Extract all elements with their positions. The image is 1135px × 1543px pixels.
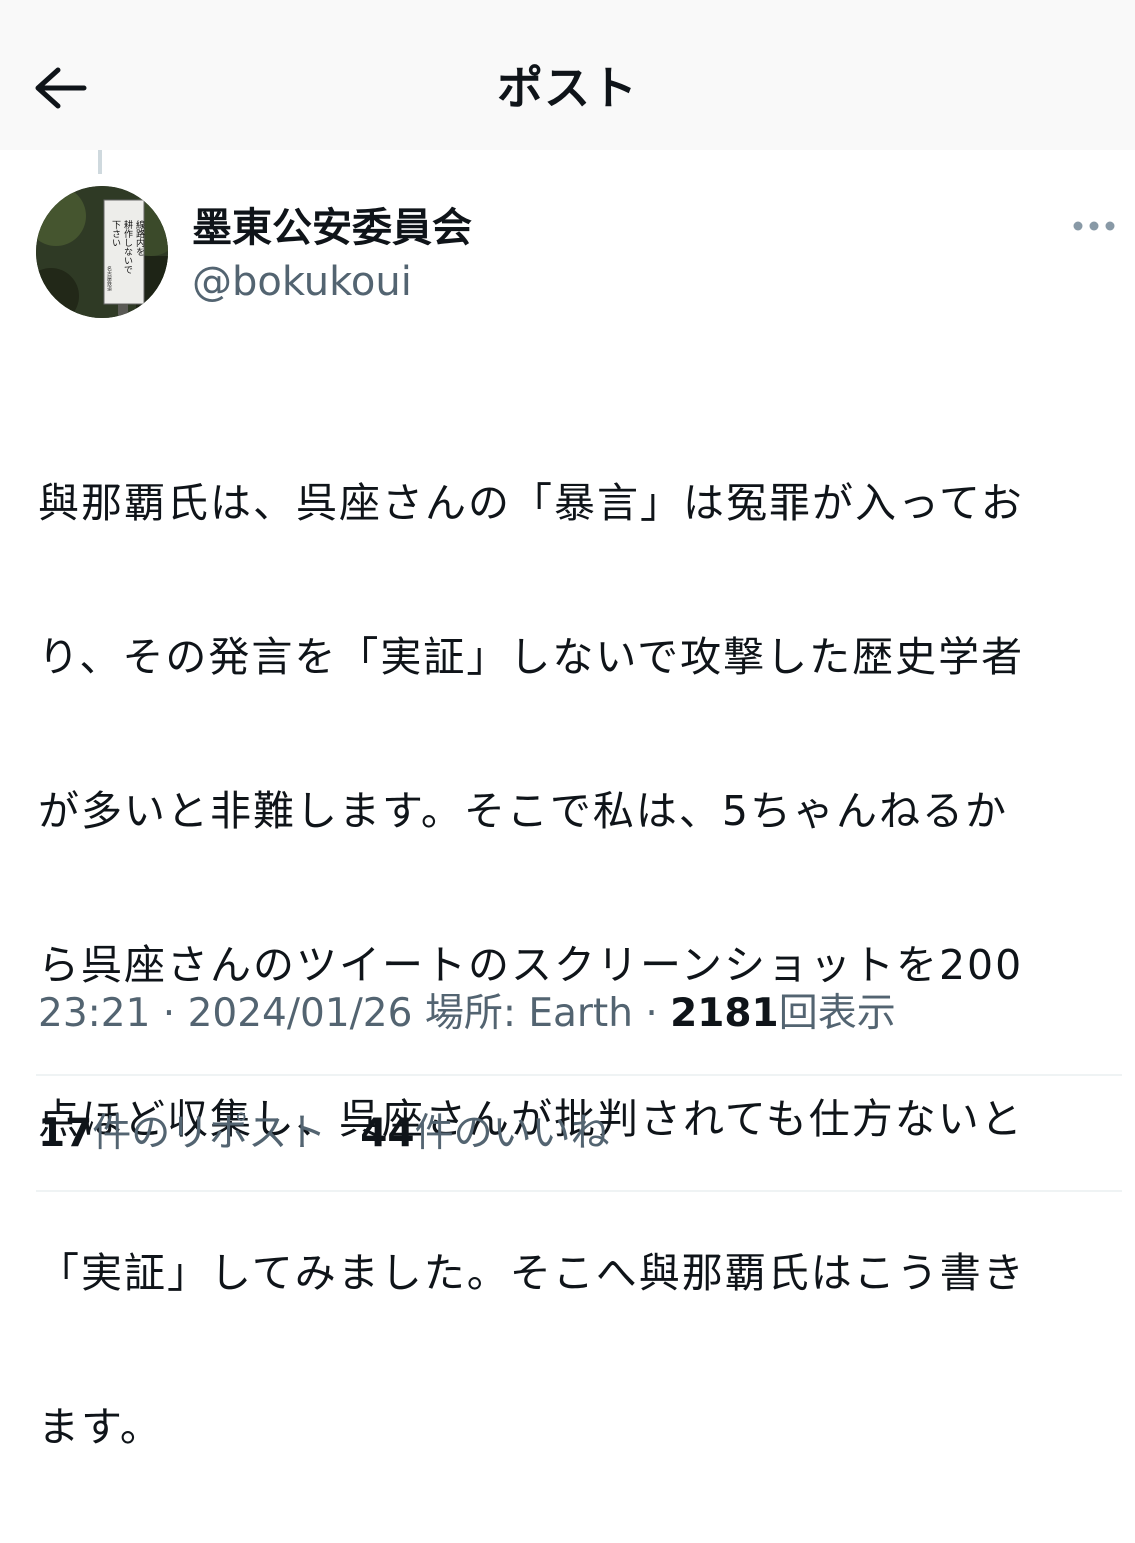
reposts-count: 17 bbox=[38, 1111, 93, 1156]
more-dots-icon bbox=[1073, 221, 1115, 231]
post-stats: 17件のリポスト 44件のいいね bbox=[38, 1108, 610, 1160]
divider bbox=[36, 1074, 1122, 1076]
post-time[interactable]: 23:21 bbox=[38, 991, 150, 1036]
top-bar: ポスト bbox=[0, 0, 1135, 150]
avatar-sign-text-2: 耕作しないで bbox=[122, 219, 133, 274]
avatar-sign-text-3: 下さい bbox=[110, 220, 121, 247]
post-text: 與那覇氏は、呉座さんの「暴言」は冤罪が入ってお り、その発言を「実証」しないで攻… bbox=[38, 388, 1128, 1543]
avatar-image: 線路内を 耕作しないで 下さい 名古屋鉄道 bbox=[36, 186, 168, 318]
avatar[interactable]: 線路内を 耕作しないで 下さい 名古屋鉄道 bbox=[36, 186, 168, 318]
likes-stat[interactable]: 44件のいいね bbox=[360, 1108, 609, 1160]
post-text-line: が多いと非難します。そこで私は、5ちゃんねるか bbox=[38, 787, 1008, 835]
post-text-line: り、その発言を「実証」しないで攻撃した歴史学者 bbox=[38, 633, 1025, 681]
reposts-stat[interactable]: 17件のリポスト bbox=[38, 1108, 326, 1160]
more-options-button[interactable] bbox=[1066, 206, 1122, 246]
post-location: 場所: Earth bbox=[424, 991, 633, 1036]
thread-connector-line bbox=[98, 150, 102, 174]
post-text-line: 與那覇氏は、呉座さんの「暴言」は冤罪が入ってお bbox=[38, 479, 1024, 527]
avatar-sign-text-4: 名古屋鉄道 bbox=[106, 265, 112, 292]
author-handle[interactable]: @bokukoui bbox=[192, 256, 412, 308]
post-text-line: 「実証」してみました。そこへ與那覇氏はこう書き bbox=[38, 1249, 1026, 1297]
divider bbox=[36, 1190, 1122, 1192]
views-count: 2181 bbox=[670, 991, 779, 1036]
views-label: 回表示 bbox=[778, 991, 896, 1036]
avatar-sign-text-1: 線路内を bbox=[134, 219, 145, 256]
likes-count: 44 bbox=[360, 1111, 415, 1156]
post-date[interactable]: 2024/01/26 bbox=[188, 991, 413, 1036]
meta-separator: · bbox=[150, 991, 188, 1036]
post-text-line: ます。 bbox=[38, 1403, 163, 1451]
page-title: ポスト bbox=[497, 61, 638, 115]
meta-separator: · bbox=[632, 991, 671, 1036]
author-name[interactable]: 墨東公安委員会 bbox=[192, 200, 472, 256]
post-metadata: 23:21 · 2024/01/26 場所: Earth · 2181回表示 bbox=[38, 988, 896, 1040]
likes-label: 件のいいね bbox=[414, 1111, 610, 1156]
reposts-label: 件のリポスト bbox=[92, 1111, 327, 1156]
